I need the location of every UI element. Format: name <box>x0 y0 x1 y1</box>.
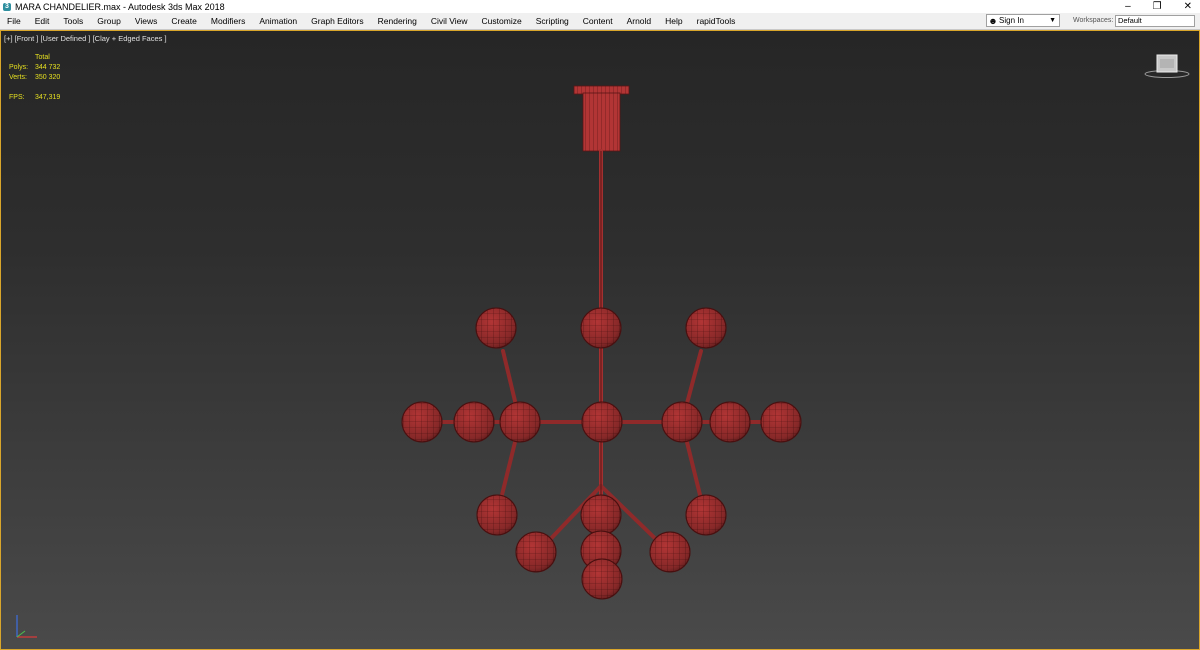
globe <box>760 401 802 443</box>
window-title: MARA CHANDELIER.max - Autodesk 3ds Max 2… <box>15 1 225 12</box>
globe <box>475 307 517 349</box>
minimize-button[interactable]: – <box>1125 1 1131 12</box>
window-controls: – ❐ ✕ <box>1125 0 1192 13</box>
app-icon: 3 <box>3 2 11 11</box>
menu-file[interactable]: File <box>0 16 28 26</box>
chandelier-model[interactable] <box>1 31 1199 649</box>
globe <box>453 401 495 443</box>
globe <box>515 531 557 573</box>
user-icon: ☻ <box>988 15 998 26</box>
globe <box>661 401 703 443</box>
menu-views[interactable]: Views <box>128 16 165 26</box>
title-bar: 3 MARA CHANDELIER.max - Autodesk 3ds Max… <box>0 0 1200 13</box>
front-viewport[interactable]: [+] [Front ] [User Defined ] [Clay + Edg… <box>0 30 1200 650</box>
menu-create[interactable]: Create <box>164 16 204 26</box>
menu-content[interactable]: Content <box>576 16 620 26</box>
menu-modifiers[interactable]: Modifiers <box>204 16 252 26</box>
menu-help[interactable]: Help <box>658 16 689 26</box>
menu-graph-editors[interactable]: Graph Editors <box>304 16 370 26</box>
restore-button[interactable]: ❐ <box>1153 1 1162 12</box>
globe <box>580 494 622 536</box>
globe <box>401 401 443 443</box>
globe <box>685 307 727 349</box>
chevron-down-icon: ▼ <box>1049 17 1056 24</box>
axis-tripod-icon <box>16 615 37 638</box>
globe <box>476 494 518 536</box>
globe <box>580 307 622 349</box>
sign-in-dropdown[interactable]: ☻ Sign In ▼ <box>986 14 1060 27</box>
menu-group[interactable]: Group <box>90 16 128 26</box>
close-button[interactable]: ✕ <box>1184 1 1192 12</box>
workspaces-label: Workspaces: <box>1073 17 1114 24</box>
menu-rendering[interactable]: Rendering <box>371 16 424 26</box>
sign-in-label: Sign In <box>999 16 1024 25</box>
globe <box>581 558 623 600</box>
workspaces-select[interactable]: Default <box>1115 15 1195 27</box>
menu-civil-view[interactable]: Civil View <box>424 16 475 26</box>
globe <box>649 531 691 573</box>
menu-rapidtools[interactable]: rapidTools <box>690 16 743 26</box>
menu-animation[interactable]: Animation <box>252 16 304 26</box>
menu-tools[interactable]: Tools <box>56 16 90 26</box>
globe <box>499 401 541 443</box>
globe <box>709 401 751 443</box>
menu-scripting[interactable]: Scripting <box>529 16 576 26</box>
globe <box>685 494 727 536</box>
menu-edit[interactable]: Edit <box>28 16 57 26</box>
globe <box>581 401 623 443</box>
menu-customize[interactable]: Customize <box>475 16 529 26</box>
menu-arnold[interactable]: Arnold <box>620 16 659 26</box>
canopy <box>573 85 630 152</box>
